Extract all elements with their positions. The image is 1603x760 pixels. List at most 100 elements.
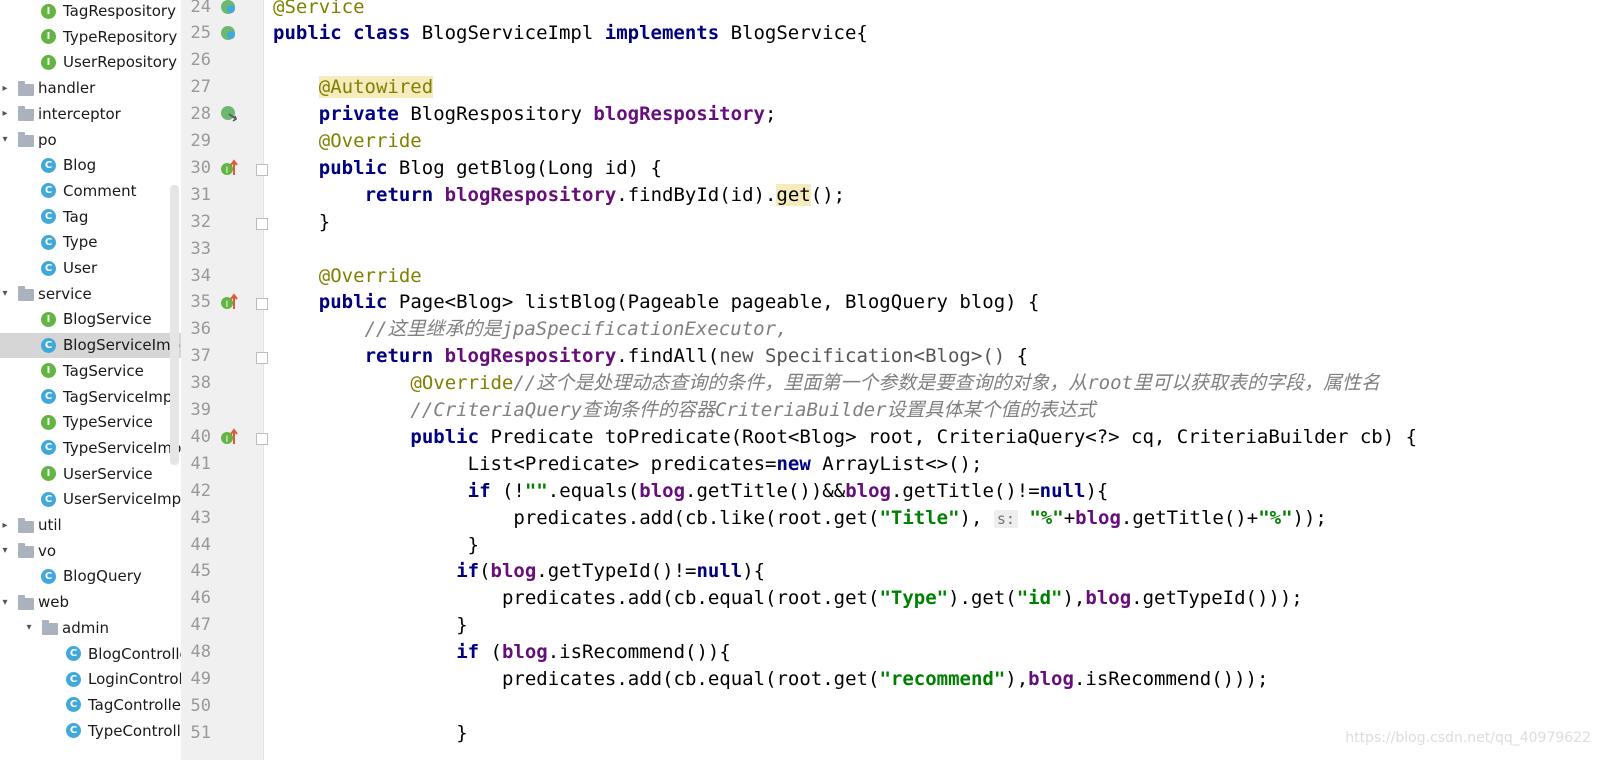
tree-item-util[interactable]: ▸ util — [0, 513, 181, 538]
spring-bean-icon[interactable] — [220, 0, 238, 16]
code-line[interactable]: private BlogRespository blogRespository; — [319, 101, 777, 128]
collapse-arrow-icon[interactable]: ▸ — [0, 108, 11, 119]
code-line[interactable]: public Predicate toPredicate(Root<Blog> … — [410, 424, 1417, 451]
line-number: 39 — [190, 400, 211, 420]
code-line[interactable]: @Override — [319, 263, 422, 290]
tree-item-label: BlogServiceImpl — [63, 336, 181, 355]
code-line[interactable]: @Service — [273, 0, 365, 21]
class-icon: C — [41, 389, 56, 404]
spring-bean-icon[interactable] — [220, 24, 238, 42]
tree-item-typeservice[interactable]: I TypeService — [0, 410, 181, 435]
tree-item-label: TagRespository — [63, 2, 176, 20]
folder-icon — [18, 132, 34, 147]
tree-item-typecontroller[interactable]: C TypeController — [0, 718, 181, 743]
code-line[interactable]: return blogRespository.findById(id).get(… — [365, 182, 845, 209]
code-line[interactable]: @Override — [319, 128, 422, 155]
tree-item-type[interactable]: C Type — [0, 230, 181, 255]
line-number: 27 — [190, 77, 211, 98]
tree-item-tagrespository[interactable]: I TagRespository — [0, 0, 181, 24]
tree-item-handler[interactable]: ▸ handler — [0, 76, 181, 101]
code-line[interactable]: } — [456, 612, 467, 639]
collapse-arrow-icon[interactable]: ▸ — [0, 520, 11, 531]
autowired-bean-icon[interactable] — [220, 105, 238, 123]
code-token: } — [318, 210, 331, 233]
code-token: return — [364, 183, 445, 206]
code-line[interactable]: } — [456, 532, 479, 559]
code-line[interactable]: //CriteriaQuery查询条件的容器CriteriaBuilder设置具… — [410, 397, 1095, 424]
tree-item-tagservice[interactable]: I TagService — [0, 358, 181, 383]
line-number: 50 — [190, 695, 211, 716]
code-line[interactable]: public class BlogServiceImpl implements … — [273, 20, 868, 47]
tree-item-blogcontroller[interactable]: C BlogController — [0, 641, 181, 666]
tree-item-label: Type — [63, 233, 98, 252]
line-number: 51 — [190, 722, 211, 743]
tree-item-userservice[interactable]: I UserService — [0, 461, 181, 486]
line-number: 40 — [190, 426, 211, 447]
tree-item-blogserviceimpl[interactable]: C BlogServiceImpl — [0, 332, 181, 358]
tree-item-tagcontroller[interactable]: C TagController — [0, 692, 181, 717]
editor-gutter: 24 25 26 27 28 29 30 31 32 33 34 35 36 37 38 39 40 41 42 43… — [181, 0, 268, 760]
tree-item-service[interactable]: ▾ service — [0, 281, 181, 306]
expand-arrow-icon[interactable]: ▾ — [0, 597, 11, 608]
tree-item-vo[interactable]: ▾ vo — [0, 538, 181, 563]
code-line[interactable]: @Autowired — [318, 74, 434, 101]
tree-item-tag[interactable]: C Tag — [0, 204, 181, 229]
expand-arrow-icon[interactable]: ▾ — [0, 134, 11, 145]
code-line[interactable]: if(blog.getTypeId()!=null){ — [456, 558, 765, 585]
implements-marker-icon[interactable]: I — [220, 428, 238, 446]
implements-marker-icon[interactable]: I — [220, 293, 238, 311]
tree-item-blog[interactable]: C Blog — [0, 153, 181, 178]
line-number: 45 — [190, 561, 211, 582]
code-line[interactable]: @Override//这个是处理动态查询的条件，里面第一个参数是要查询的对象，从… — [410, 370, 1380, 397]
line-number: 41 — [190, 453, 211, 474]
line-number: 37 — [190, 346, 211, 367]
implements-marker-icon[interactable]: I — [220, 159, 238, 177]
tree-item-interceptor[interactable]: ▸ interceptor — [0, 101, 181, 126]
tree-item-blogservice[interactable]: I BlogService — [0, 307, 181, 332]
sidebar-scrollbar[interactable] — [170, 185, 179, 465]
code-line[interactable]: if (blog.isRecommend()){ — [456, 639, 731, 666]
code-token: get — [776, 183, 811, 206]
code-line[interactable]: List<Predicate> predicates=new ArrayList… — [456, 451, 983, 478]
code-line[interactable]: public Page<Blog> listBlog(Pageable page… — [319, 289, 1040, 316]
code-token: "Type" — [879, 587, 949, 610]
tree-item-comment[interactable]: C Comment — [0, 178, 181, 203]
code-line[interactable]: predicates.add(cb.like(root.get("Title")… — [456, 505, 1326, 532]
tree-item-typerepository[interactable]: I TypeRepository — [0, 24, 181, 49]
tree-item-userserviceimpl[interactable]: C UserServiceImpl — [0, 487, 181, 512]
code-token: Page<Blog> listBlog(Pageable pageable, B… — [398, 291, 1040, 314]
tree-item-label: UserServiceImpl — [63, 490, 181, 509]
tree-item-po[interactable]: ▾ po — [0, 127, 181, 152]
tree-item-tagserviceimpl[interactable]: C TagServiceImpl — [0, 384, 181, 409]
expand-arrow-icon[interactable]: ▾ — [23, 622, 35, 633]
code-line[interactable]: return blogRespository.findAll(new Speci… — [365, 343, 1029, 370]
code-line[interactable]: predicates.add(cb.equal(root.get("Type")… — [456, 585, 1303, 612]
class-icon: C — [66, 723, 81, 739]
tree-item-userrepository[interactable]: I UserRepository — [0, 50, 181, 75]
tree-item-admin[interactable]: ▾ admin — [0, 615, 181, 640]
code-line[interactable]: public Blog getBlog(Long id) { — [319, 155, 662, 182]
class-icon: C — [41, 491, 56, 507]
tree-item-label: BlogService — [63, 310, 152, 329]
code-line[interactable]: predicates.add(cb.equal(root.get("recomm… — [456, 666, 1268, 693]
tree-item-label: TypeService — [63, 413, 153, 432]
code-line[interactable]: } — [456, 720, 467, 747]
code-line[interactable]: } — [319, 209, 330, 236]
folder-icon — [18, 106, 34, 122]
interface-icon: I — [41, 54, 56, 70]
expand-arrow-icon[interactable]: ▾ — [0, 545, 11, 556]
code-token: ), — [1005, 668, 1029, 690]
tree-item-logincontroller[interactable]: C LoginController — [0, 667, 181, 692]
tree-item-typeserviceimpl[interactable]: C TypeServiceImpl — [0, 435, 181, 460]
tree-item-web[interactable]: ▾ web — [0, 590, 181, 615]
class-icon: C — [66, 646, 81, 661]
expand-arrow-icon[interactable]: ▾ — [0, 288, 11, 299]
code-editor[interactable]: @Service public class BlogServiceImpl imp… — [264, 0, 1603, 760]
code-line[interactable]: //这里继承的是jpaSpecificationExecutor, — [365, 316, 788, 343]
tree-item-blogquery[interactable]: C BlogQuery — [0, 564, 181, 589]
class-icon: C — [41, 568, 56, 584]
tree-item-user[interactable]: C User — [0, 256, 181, 281]
code-line[interactable]: if (!"".equals(blog.getTitle())&&blog.ge… — [456, 478, 1109, 505]
code-token: .equals( — [547, 479, 640, 502]
collapse-arrow-icon[interactable]: ▸ — [0, 83, 11, 94]
